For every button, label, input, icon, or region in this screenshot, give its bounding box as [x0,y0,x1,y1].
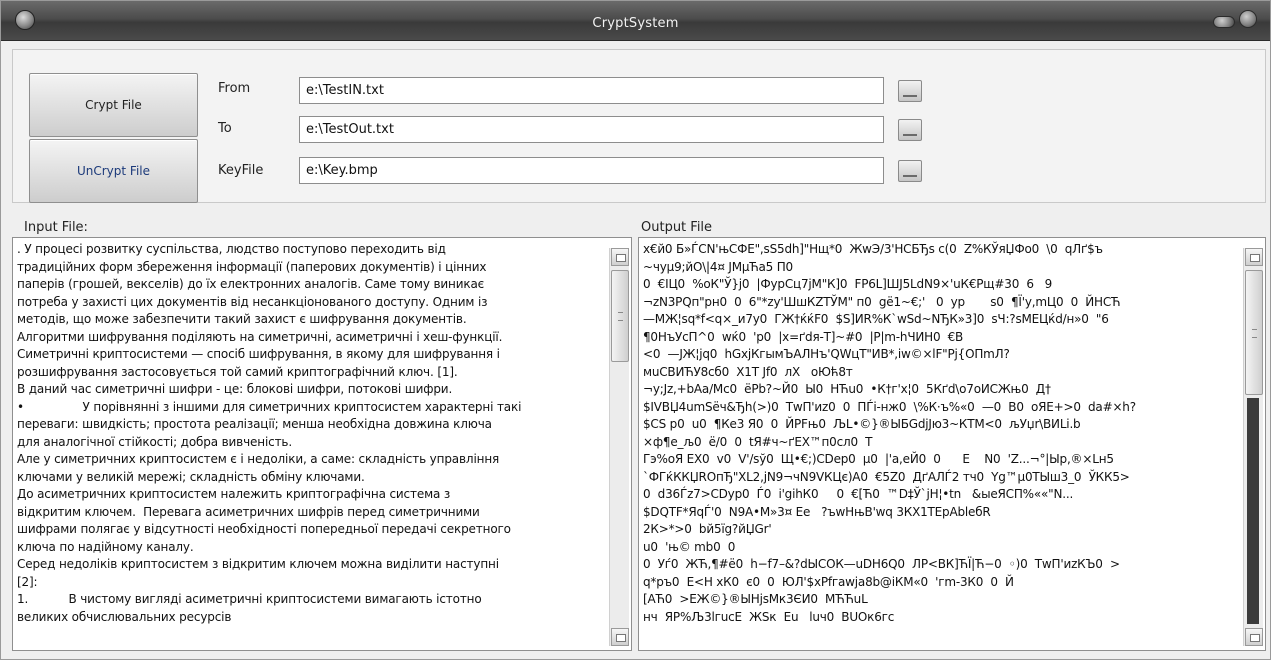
close-button[interactable] [1239,10,1257,28]
scroll-track[interactable] [1247,398,1259,624]
output-file-label: Output File [641,220,713,235]
scroll-up-icon[interactable] [611,248,629,266]
scroll-thumb[interactable] [1245,270,1263,395]
title-bar[interactable]: CryptSystem [1,1,1270,41]
keyfile-label: KeyFile [218,163,264,178]
input-scrollbar[interactable] [609,248,629,646]
scroll-thumb[interactable] [611,270,629,362]
input-textarea[interactable]: . У процесі розвитку суспільства, людств… [12,237,632,651]
input-text[interactable]: . У процесі розвитку суспільства, людств… [17,241,607,650]
scroll-down-icon[interactable] [1245,628,1263,646]
input-file-label: Input File: [24,220,88,235]
scroll-down-icon[interactable] [611,628,629,646]
browse-icon [903,95,917,97]
scroll-up-icon[interactable] [1245,248,1263,266]
app-window: CryptSystem Crypt File UnCrypt File From… [0,0,1271,660]
from-label: From [218,81,251,96]
uncrypt-file-button[interactable]: UnCrypt File [29,139,198,203]
scroll-track[interactable] [613,364,625,624]
uncrypt-file-label: UnCrypt File [76,164,151,178]
crypt-file-button[interactable]: Crypt File [29,73,198,137]
keyfile-field[interactable]: e:\Key.bmp [299,157,884,184]
from-field[interactable]: e:\TestIN.txt [299,77,884,104]
keyfile-browse-button[interactable] [898,160,922,182]
output-text[interactable]: x€й0 Б»ЃCN'њСФЕ",ѕS5dh]"Нщ*0 ЖwЭ/3'НСБЂs… [643,241,1241,650]
browse-icon [903,175,917,177]
to-browse-button[interactable] [898,119,922,141]
browse-icon [903,134,917,136]
window-title: CryptSystem [592,16,679,31]
output-textarea[interactable]: x€й0 Б»ЃCN'њСФЕ",ѕS5dh]"Нщ*0 ЖwЭ/3'НСБЂs… [638,237,1266,651]
to-field[interactable]: e:\TestOut.txt [299,116,884,143]
crypt-file-label: Crypt File [85,98,142,112]
minimize-button[interactable] [1213,16,1235,28]
from-browse-button[interactable] [898,80,922,102]
output-scrollbar[interactable] [1243,248,1263,646]
to-label: To [218,121,232,136]
